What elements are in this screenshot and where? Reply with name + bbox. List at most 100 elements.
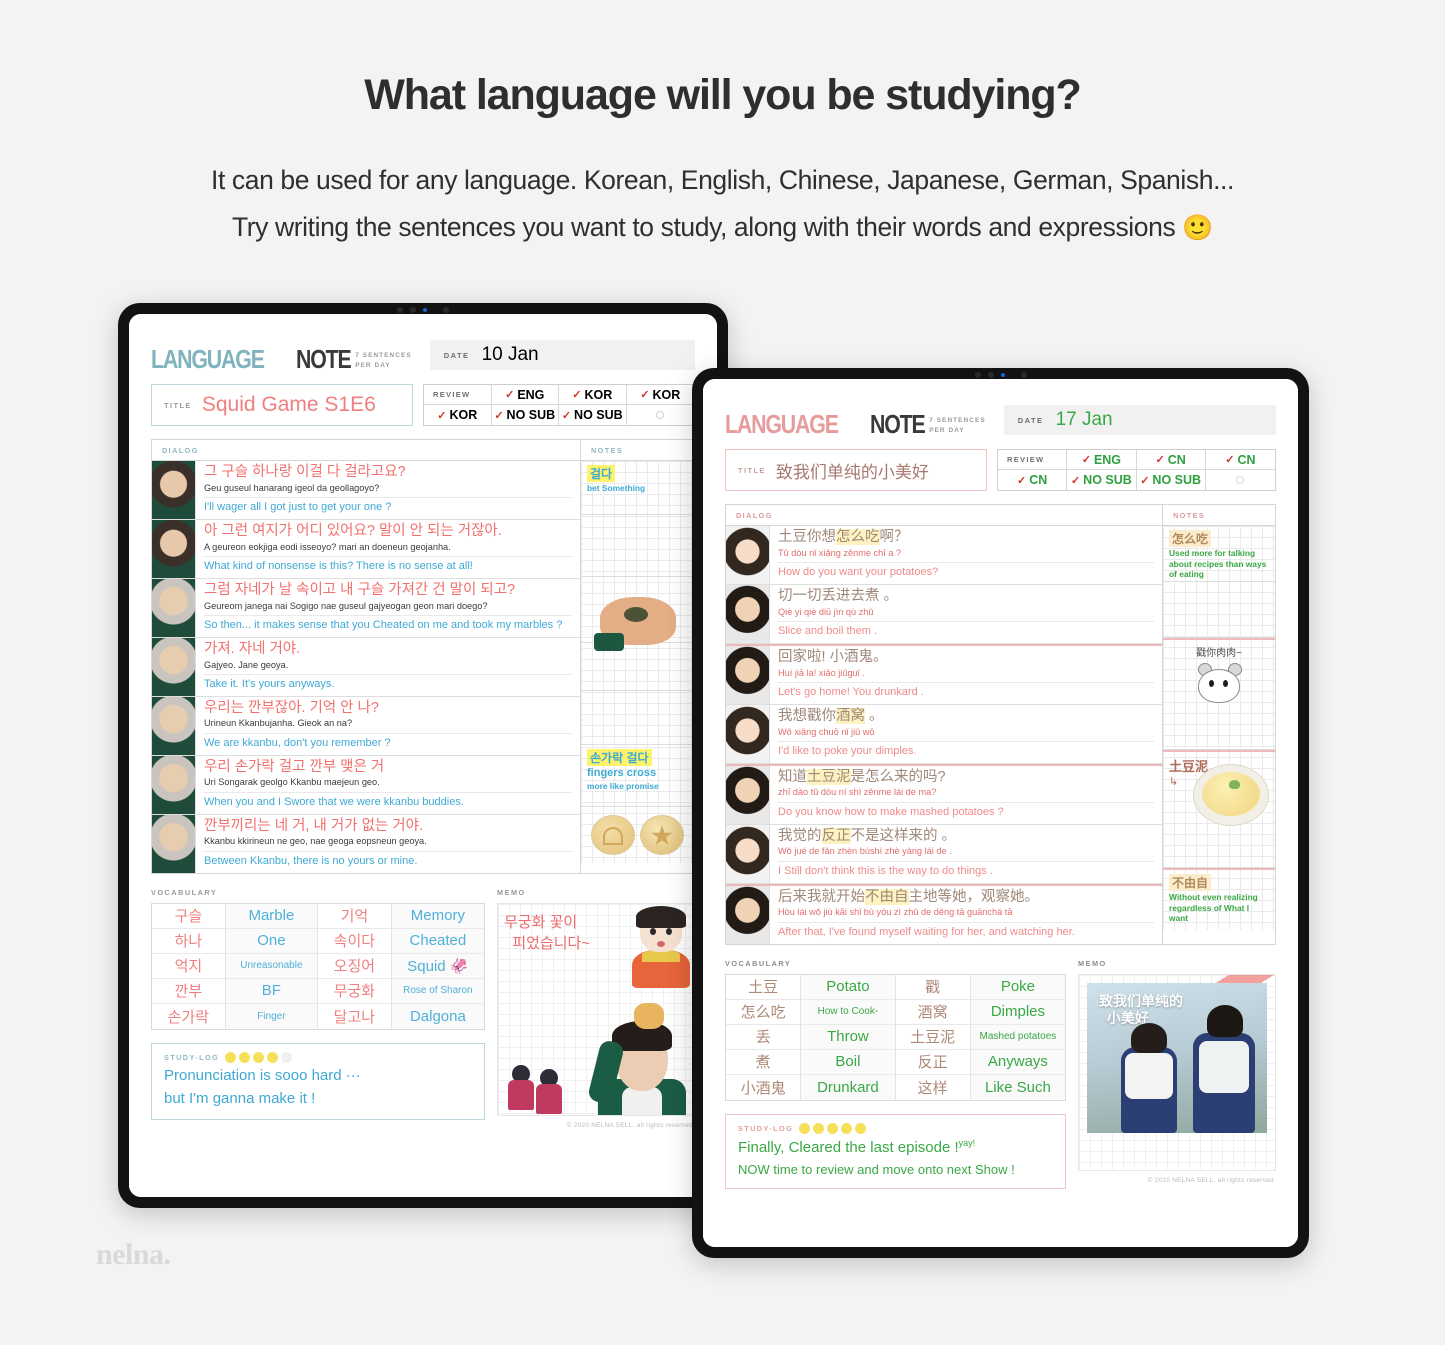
note-cell-image-dalgona[interactable] (581, 807, 694, 863)
smiley-icon[interactable] (827, 1122, 839, 1134)
note-cell-mashed-potato[interactable]: 土豆泥 ↳ (1163, 750, 1275, 868)
avatar (152, 755, 196, 814)
smiley-icon[interactable] (253, 1051, 265, 1063)
review-cell[interactable]: ✓ CN (998, 470, 1068, 490)
title-field[interactable]: TITLE 致我们单纯的小美好 (725, 449, 987, 491)
dialog-translation: Let's go home! You drunkard . (778, 682, 1154, 700)
dialog-row[interactable]: 后来我就开始不由自主地等她，观察她。 Hòu lái wǒ jiù kāi sh… (726, 883, 1162, 944)
review-checklist[interactable]: REVIEW ✓ ENG ✓ KOR ✓ KOR ✓ KOR ✓ NO SUB ✓ NO S… (423, 384, 695, 426)
rating-smileys[interactable] (225, 1051, 293, 1063)
hamster-caption: 戳你肉肉~ (1196, 648, 1242, 659)
vocab-meaning: Memory (391, 903, 484, 929)
dialog-row[interactable]: 우리는 깐부잖아. 기억 안 나? Urineun Kkanbujanha. G… (152, 696, 580, 756)
dialog-original: 그럼 자네가 날 속이고 내 구슬 가져간 건 말이 되고? (204, 581, 516, 598)
note-cell[interactable]: 不由自 Without even realizing regardless of… (1163, 868, 1275, 930)
dialog-original: 土豆你想怎么吃啊？ (778, 529, 1154, 547)
review-cell[interactable]: ✓ CN (1205, 450, 1275, 470)
dialog-row[interactable]: 知道土豆泥是怎么来的吗? zhī dào tǔ dòu ní shì zěnme… (726, 763, 1162, 825)
smiley-icon[interactable] (813, 1122, 825, 1134)
review-cell[interactable]: ✓ NO SUB (1137, 470, 1206, 490)
vocabulary-grid[interactable]: 구슬 Marble 기억 Memory 하나 One 속이다 Cheated 억… (151, 902, 485, 1030)
date-field[interactable]: DATE 10 Jan (429, 340, 695, 370)
review-cell-label: NO SUB (574, 408, 623, 422)
dialog-original: 知道土豆泥是怎么来的吗? (778, 768, 1154, 787)
smiley-icon[interactable] (799, 1122, 811, 1134)
vocab-term: 这样 (896, 1074, 971, 1100)
dialog-romanization: Gajyeo. Jane geoya. (204, 659, 289, 670)
review-cell[interactable]: ✓ ENG (1067, 450, 1137, 470)
kdrama-poster-image: 致我们单纯的 小美好 (1087, 982, 1267, 1133)
vocab-term: 土豆泥 (895, 1024, 971, 1050)
language-note-sheet-korean: LANGUAGE NOTE 7 SENTENCES PER DAY DATE 1… (129, 314, 717, 1197)
dialog-row[interactable]: 깐부끼리는 네 거, 내 거가 없는 거야. Kkanbu kkirineun … (152, 814, 580, 873)
tablet-left-screen: LANGUAGE NOTE 7 SENTENCES PER DAY DATE 1… (129, 314, 717, 1197)
brand-watermark: nelna. (96, 1238, 171, 1271)
dialog-row[interactable]: 가져. 자네 거야. Gajyeo. Jane geoya. Take it. … (152, 637, 580, 697)
note-keyword: 不由自 (1169, 874, 1212, 891)
dialog-row[interactable]: 我觉的反正不是这样来的 。 Wǒ jué de fǎn zhèn búshì z… (726, 824, 1162, 884)
smiley-icon[interactable] (855, 1122, 867, 1134)
smiley-icon[interactable] (267, 1051, 279, 1063)
review-cell[interactable]: ✓ NO SUB (492, 405, 559, 425)
review-cell[interactable]: ✓ KOR (424, 405, 492, 425)
vocab-meaning: Drunkard (801, 1074, 896, 1100)
note-cell[interactable]: 걸다 bet Something (581, 461, 694, 515)
avatar (726, 526, 770, 584)
note-cell[interactable] (581, 515, 694, 577)
dialog-romanization: Hòu lái wǒ jiù kāi shǐ bù yóu zì zhǔ de … (778, 907, 1013, 918)
dialog-row[interactable]: 切一切丢进去煮 。 Qiè yi qiè diū jìn qù zhǔ Slic… (726, 584, 1162, 644)
review-cell[interactable]: ✓ NO SUB (1067, 470, 1137, 490)
vocabulary-grid[interactable]: 土豆 Potato 戳 Poke 怎么吃 How to Cook- 酒窝 Dim… (725, 973, 1066, 1101)
vocab-meaning: Anyways (970, 1049, 1065, 1075)
dialog-original-highlight: 怎么吃 (836, 529, 880, 545)
dialog-row[interactable]: 土豆你想怎么吃啊？ Tǔ dòu nǐ xiǎng zěnme chī a ? … (726, 526, 1162, 585)
guard-figure-image (508, 1064, 534, 1110)
smiley-icon[interactable] (225, 1051, 237, 1063)
dialog-translation: I'd like to poke your dimples. (778, 741, 1154, 759)
vocabulary-section: VOCABULARY 土豆 Potato 戳 Poke 怎么吃 How to C… (725, 959, 1066, 1190)
review-cell[interactable]: ✓ KOR (559, 385, 627, 405)
review-cell[interactable]: ✓ NO SUB (559, 405, 627, 425)
review-cell-empty[interactable] (1206, 470, 1275, 490)
dialog-row[interactable]: 그럼 자네가 날 속이고 내 구슬 가져간 건 말이 되고? Geureom j… (152, 578, 580, 638)
vocab-meaning: BF (225, 978, 318, 1004)
dialog-romanization: zhī dào tǔ dòu ní shì zěnme lái de ma? (778, 787, 937, 798)
dialog-original-post: 啊？ (879, 529, 909, 545)
dialog-row[interactable]: 我想戳你酒窝 。 Wǒ xiǎng chuō nǐ jiǔ wō I'd lik… (726, 704, 1162, 764)
study-log-box[interactable]: STUDY-LOG Pronunciation is sooo hard ··· (151, 1042, 485, 1121)
review-cell[interactable]: ✓ ENG (491, 385, 559, 405)
review-cell[interactable]: ✓ KOR (626, 385, 694, 405)
sheet-header: LANGUAGE NOTE 7 SENTENCES PER DAY DATE 1… (151, 340, 695, 375)
check-icon: ✓ (1070, 474, 1081, 487)
smiley-icon[interactable] (239, 1051, 251, 1063)
review-cell-empty[interactable] (627, 405, 695, 425)
dialog-row[interactable]: 우리 손가락 걸고 깐부 맺은 거 Uri Songarak geolgo Kk… (152, 755, 580, 815)
smiley-icon[interactable] (841, 1122, 853, 1134)
smiley-icon-empty[interactable] (281, 1051, 293, 1063)
memo-box[interactable]: 致我们单纯的 小美好 (1078, 973, 1276, 1171)
dialog-row[interactable]: 回家啦! 小酒鬼。 Huí jiā la! xiǎo jiǔguǐ . Let'… (726, 643, 1162, 705)
vocab-term: 구슬 (152, 903, 226, 929)
note-cell[interactable] (581, 643, 694, 691)
note-cell-hamster[interactable]: 戳你肉肉~ (1163, 638, 1275, 750)
avatar (152, 461, 196, 519)
dialog-original: 我觉的反正不是这样来的 。 (778, 827, 1154, 846)
note-cell[interactable] (581, 691, 694, 745)
note-cell[interactable]: 손가락 걸다 fingers cross more like promise (581, 745, 694, 807)
review-cell[interactable]: ✓ CN (1136, 450, 1206, 470)
review-checklist[interactable]: REVIEW ✓ ENG ✓ CN ✓ CN ✓ CN ✓ NO SUB ✓ NO SUB (997, 449, 1276, 491)
note-cell[interactable] (1163, 582, 1275, 638)
study-log-box[interactable]: STUDY-LOG Finally, Cleared the last epis… (725, 1113, 1066, 1190)
note-cell-image-hand[interactable] (581, 577, 694, 651)
sensor2-icon (443, 307, 449, 313)
memo-box[interactable]: 무궁화 꽃이 피었습니다~ (497, 902, 695, 1116)
note-cell[interactable]: 怎么吃 Used more for talking about recipes … (1163, 526, 1275, 582)
dialog-row[interactable]: 그 구슬 하나랑 이걸 다 걸라고요? Geu guseul hanarang … (152, 461, 580, 520)
date-field[interactable]: DATE 17 Jan (1003, 405, 1276, 435)
dialog-original-pre: 回家啦! 小酒鬼。 (778, 648, 888, 665)
rating-smileys[interactable] (799, 1122, 867, 1134)
title-field[interactable]: TITLE Squid Game S1E6 (151, 384, 413, 426)
dialog-row[interactable]: 아 그런 여지가 어디 있어요? 말이 안 되는 거잖아. A geureon … (152, 519, 580, 579)
review-header: REVIEW (424, 385, 492, 405)
tablet-right-screen: LANGUAGE NOTE 7 SENTENCES PER DAY DATE 1… (703, 379, 1298, 1247)
